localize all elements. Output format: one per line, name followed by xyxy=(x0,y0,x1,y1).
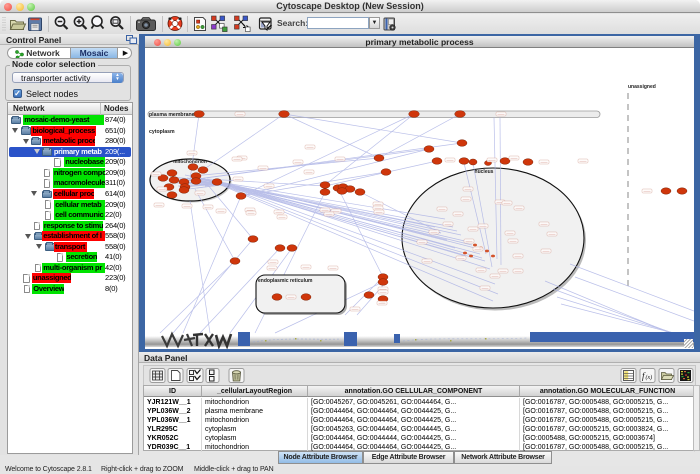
svg-text:unassigned: unassigned xyxy=(628,84,656,90)
svg-text:endoplasmic reticulum: endoplasmic reticulum xyxy=(258,278,313,284)
svg-text:(x): (x) xyxy=(646,374,653,381)
svg-text:mitochondrion: mitochondrion xyxy=(173,159,207,165)
svg-text:nucleus: nucleus xyxy=(475,169,494,175)
svg-text:plasma membrane: plasma membrane xyxy=(149,112,195,118)
svg-text:cytoplasm: cytoplasm xyxy=(149,129,175,135)
